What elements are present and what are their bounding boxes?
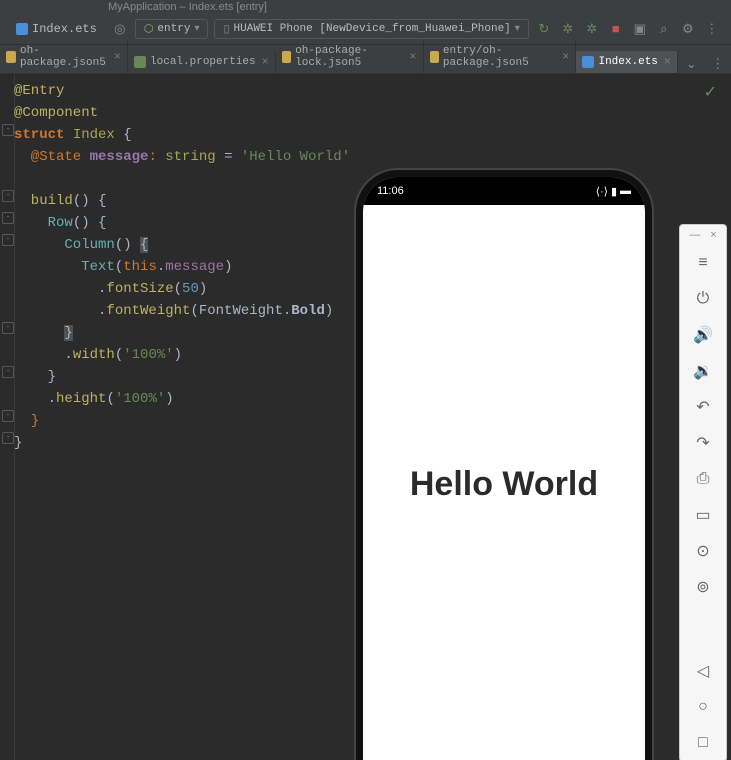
fold-marker[interactable]: - [2,212,14,224]
gear-icon[interactable]: ⚙ [679,20,697,38]
tab-dropdown-icon[interactable]: ⌄ [678,55,704,73]
fold-marker[interactable]: - [2,366,14,378]
signal-icon: ▮ [611,185,617,198]
hello-text: Hello World [410,465,598,504]
window-title: MyApplication – Index.ets [entry] [0,0,731,14]
json-icon [6,51,16,63]
device-dropdown[interactable]: ▯ HUAWEI Phone [NewDevice_from_Huawei_Ph… [214,19,528,39]
tab-oh-package[interactable]: oh-package.json5 × [0,41,128,73]
status-time: 11:06 [377,185,404,197]
fold-marker[interactable]: - [2,234,14,246]
minimize-icon[interactable]: — [689,229,700,241]
layout-icon[interactable]: ▣ [631,20,649,38]
open-file-label: Index.ets [32,22,97,36]
rotate-right-icon[interactable]: ↷ [680,425,726,461]
tab-label: oh-package-lock.json5 [295,45,403,69]
run-config-label: entry [157,23,190,35]
battery-emulator-icon[interactable]: ▭ [680,497,726,533]
tab-label: local.properties [150,56,256,68]
chevron-down-icon: ▾ [194,23,199,35]
fold-marker[interactable]: - [2,322,14,334]
stop-button[interactable]: ■ [607,20,625,38]
gutter[interactable]: - - - - - - - - [0,74,15,760]
tab-label: Index.ets [598,56,657,68]
file-tabs: oh-package.json5 × local.properties × oh-p… [0,45,731,74]
json-icon [282,51,291,63]
volume-up-icon[interactable]: 🔊 [680,317,726,353]
module-icon: ⬡ [144,22,154,36]
tab-entry-oh-package[interactable]: entry/oh-package.json5 × [424,41,577,73]
check-icon[interactable]: ✓ [704,82,717,102]
emulator-toolbar: — × ≡ ⏻ 🔊 🔉 ↶ ↷ ⎙ ▭ ⊙ ⊚ ◁ ○ □ [679,224,727,760]
wifi-icon[interactable]: ⊚ [680,569,726,605]
nav-home-icon[interactable]: ○ [680,689,726,725]
status-bar: 11:06 ⟨·⟩ ▮ ▬ [363,177,645,205]
emulator-frame: 11:06 ⟨·⟩ ▮ ▬ Hello World ◁ ○ □ [356,170,652,760]
close-icon[interactable]: × [562,50,569,64]
close-icon[interactable]: × [664,55,671,69]
tab-index-ets[interactable]: Index.ets × [576,51,678,73]
tab-local-properties[interactable]: local.properties × [128,51,276,73]
volume-down-icon[interactable]: 🔉 [680,353,726,389]
nfc-icon: ⟨·⟩ [596,185,608,198]
editor[interactable]: - - - - - - - - ✓ @Entry @Component stru… [0,74,731,760]
tab-label: entry/oh-package.json5 [443,45,556,69]
code-content[interactable]: @Entry @Component struct Index { @State … [14,80,350,454]
close-icon[interactable]: × [409,50,416,64]
nav-back-icon[interactable]: ◁ [680,653,726,689]
location-icon[interactable]: ⊙ [680,533,726,569]
target-icon[interactable]: ◎ [111,20,129,38]
nav-recent-icon[interactable]: □ [680,725,726,760]
ets-icon [16,23,28,35]
ets-icon [582,56,594,68]
attach-debug-icon[interactable]: ✲ [583,20,601,38]
device-label: HUAWEI Phone [NewDevice_from_Huawei_Phon… [234,23,511,35]
fold-marker[interactable]: - [2,124,14,136]
battery-icon: ▬ [620,185,631,197]
open-file-tab[interactable]: Index.ets [8,20,105,38]
fold-marker[interactable]: - [2,432,14,444]
more-icon[interactable]: ⋮ [703,20,721,38]
chevron-down-icon: ▾ [515,23,520,35]
close-icon[interactable]: × [710,229,716,241]
screenshot-icon[interactable]: ⎙ [680,461,726,497]
tab-label: oh-package.json5 [20,45,108,69]
emulator-screen[interactable]: 11:06 ⟨·⟩ ▮ ▬ Hello World ◁ ○ □ [363,177,645,760]
debug-icon[interactable]: ✲ [559,20,577,38]
refresh-icon[interactable]: ↻ [535,20,553,38]
power-icon[interactable]: ⏻ [680,281,726,317]
json-icon [430,51,439,63]
phone-icon: ▯ [223,22,229,36]
tab-more-icon[interactable]: ⋮ [705,55,731,73]
fold-marker[interactable]: - [2,410,14,422]
app-content: Hello World [363,205,645,760]
rotate-left-icon[interactable]: ↶ [680,389,726,425]
fold-marker[interactable]: - [2,190,14,202]
menu-icon[interactable]: ≡ [680,245,726,281]
close-icon[interactable]: × [114,50,121,64]
tab-oh-package-lock[interactable]: oh-package-lock.json5 × [276,41,424,73]
search-icon[interactable]: ⌕ [655,20,673,38]
run-config-dropdown[interactable]: ⬡ entry ▾ [135,19,209,39]
close-icon[interactable]: × [262,55,269,69]
properties-icon [134,56,146,68]
